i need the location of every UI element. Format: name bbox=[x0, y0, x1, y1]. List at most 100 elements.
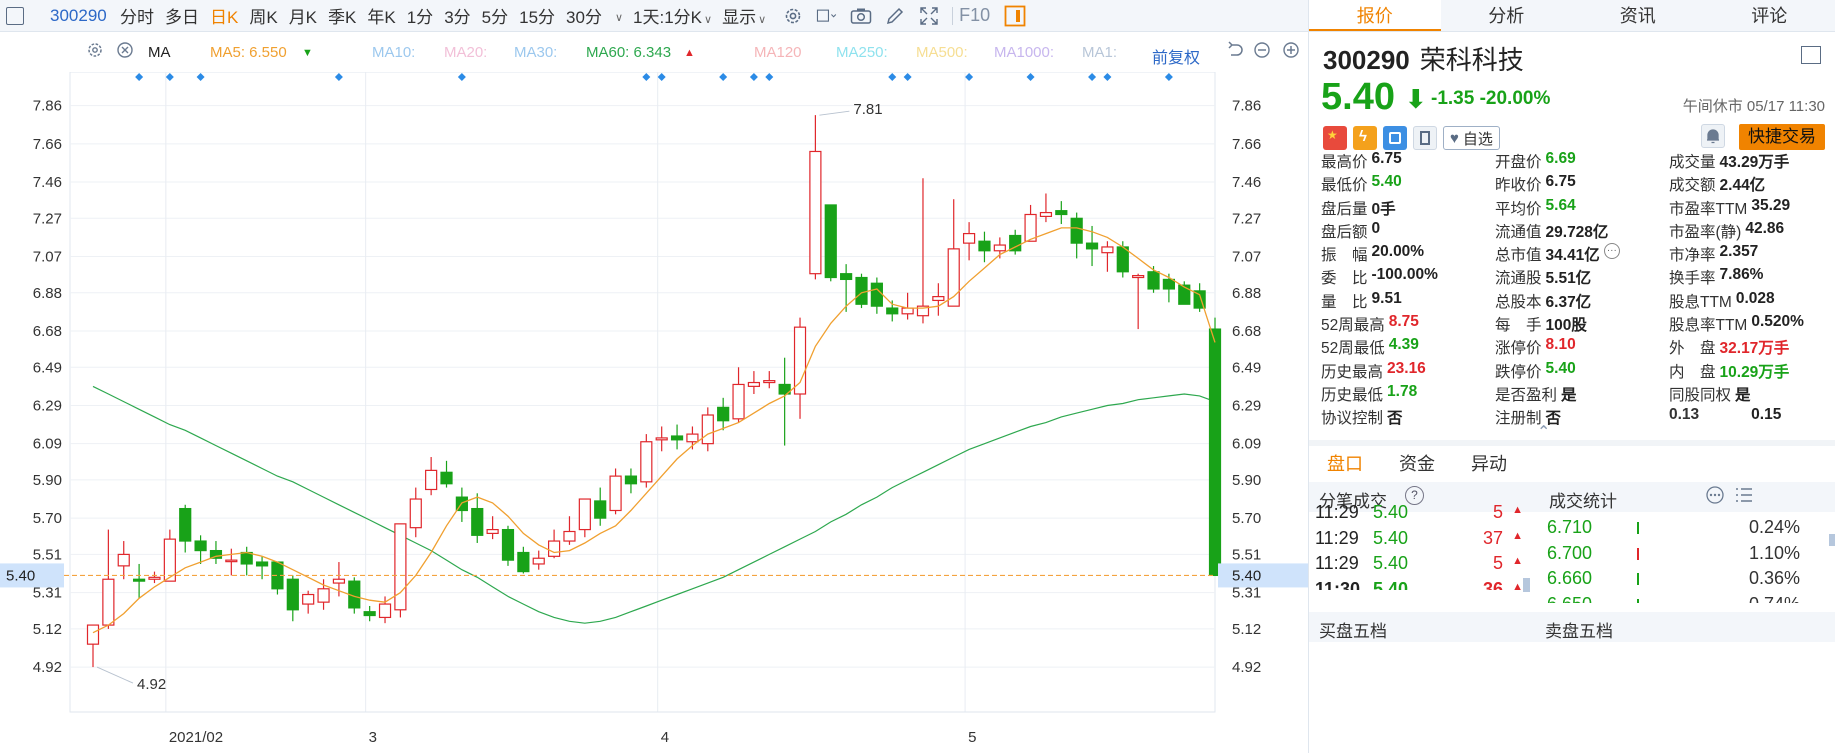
period-tab-quarterly[interactable]: 季K bbox=[328, 3, 356, 28]
candle-body[interactable] bbox=[240, 551, 253, 565]
candle-body[interactable] bbox=[1132, 275, 1145, 279]
candle-body[interactable] bbox=[932, 296, 945, 302]
kline-chart[interactable]: 7.86 7.86 7.66 7.66 7.46 7.46 7.27 7.27 7.07 7.07… bbox=[0, 72, 1308, 753]
candle-body[interactable] bbox=[1055, 210, 1068, 216]
candle-body[interactable] bbox=[302, 593, 315, 605]
indicator-close-icon[interactable] bbox=[116, 41, 134, 63]
candle-body[interactable] bbox=[317, 588, 330, 603]
settings-gear-icon[interactable] bbox=[782, 5, 804, 27]
candle-body[interactable] bbox=[993, 244, 1006, 252]
china-flag-icon[interactable]: ★ bbox=[1323, 126, 1347, 150]
candle-body[interactable] bbox=[609, 475, 622, 512]
candle-body[interactable] bbox=[809, 150, 822, 275]
candle-body[interactable] bbox=[670, 435, 684, 441]
period-tab-weekly[interactable]: 周K bbox=[249, 3, 277, 28]
ma-label[interactable]: MA bbox=[148, 44, 171, 61]
ma20-label[interactable]: MA20: bbox=[444, 44, 487, 61]
panel-toggle-icon[interactable] bbox=[6, 6, 24, 25]
notes-icon[interactable] bbox=[1413, 126, 1437, 150]
candle-body[interactable] bbox=[732, 383, 745, 420]
candle-body[interactable] bbox=[179, 507, 192, 542]
candle-body[interactable] bbox=[486, 528, 499, 535]
candle-body[interactable] bbox=[962, 232, 976, 244]
more-options-icon[interactable] bbox=[1705, 485, 1725, 510]
side-panel-toggle-icon[interactable] bbox=[1004, 5, 1026, 27]
alert-bell-icon[interactable] bbox=[1701, 124, 1725, 148]
candle-body[interactable] bbox=[471, 507, 484, 536]
collapse-chevron-icon[interactable]: ⌃ bbox=[1537, 422, 1550, 442]
range-dropdown[interactable]: 1天:1分K ∨ bbox=[633, 3, 712, 28]
indicator-settings-gear-icon[interactable] bbox=[86, 41, 104, 63]
add-favorite-button[interactable]: ♥ 自选 bbox=[1443, 126, 1500, 150]
candle-body[interactable] bbox=[1162, 278, 1176, 290]
candle-body[interactable] bbox=[640, 441, 653, 483]
candle-body[interactable] bbox=[1208, 328, 1222, 577]
period-tab-5min[interactable]: 5分 bbox=[482, 3, 508, 28]
period-tab-1min[interactable]: 1分 bbox=[407, 3, 433, 28]
candle-body[interactable] bbox=[117, 553, 130, 567]
candle-body[interactable] bbox=[532, 557, 545, 565]
candle-body[interactable] bbox=[148, 576, 161, 580]
candle-body[interactable] bbox=[1178, 284, 1191, 305]
period-tab-daily[interactable]: 日K bbox=[210, 3, 238, 28]
lightning-icon[interactable]: ϟ bbox=[1353, 126, 1377, 150]
candle-body[interactable] bbox=[225, 559, 238, 563]
zoom-in-icon[interactable] bbox=[1282, 41, 1300, 63]
candle-body[interactable] bbox=[547, 540, 561, 557]
candle-body[interactable] bbox=[194, 540, 207, 552]
candle-body[interactable] bbox=[394, 523, 407, 611]
candle-body[interactable] bbox=[901, 307, 914, 315]
quick-trade-button[interactable]: 快捷交易 bbox=[1739, 124, 1825, 150]
candle-body[interactable] bbox=[624, 475, 638, 485]
tab-analysis[interactable]: 分析 bbox=[1441, 0, 1573, 31]
candle-body[interactable] bbox=[286, 578, 299, 611]
candle-body[interactable] bbox=[517, 551, 530, 573]
period-tab-fenshi[interactable]: 分时 bbox=[120, 3, 154, 28]
candle-body[interactable] bbox=[255, 561, 269, 567]
pen-draw-icon[interactable] bbox=[884, 5, 906, 27]
period-tab-15min[interactable]: 15分 bbox=[519, 3, 555, 28]
tab-order-book[interactable]: 盘口 bbox=[1309, 446, 1381, 482]
layout-icon[interactable] bbox=[1801, 46, 1821, 64]
candle-body[interactable] bbox=[102, 578, 115, 626]
candle-body[interactable] bbox=[717, 406, 730, 422]
candle-body[interactable] bbox=[978, 240, 991, 252]
candle-body[interactable] bbox=[870, 282, 883, 307]
tab-comments[interactable]: 评论 bbox=[1704, 0, 1835, 31]
candle-body[interactable] bbox=[378, 603, 392, 619]
trade-stats-scrollbar[interactable] bbox=[1829, 534, 1835, 546]
period-tab-3min[interactable]: 3分 bbox=[444, 3, 470, 28]
adjust-forward-button[interactable]: 前复权 bbox=[1152, 44, 1200, 68]
candle-body[interactable] bbox=[763, 380, 776, 384]
ma120-label[interactable]: MA120 bbox=[754, 44, 802, 61]
candle-body[interactable] bbox=[855, 276, 868, 305]
more-dots-icon[interactable]: ··· bbox=[1603, 243, 1620, 260]
fullscreen-icon[interactable] bbox=[918, 5, 940, 27]
box-select-icon[interactable] bbox=[816, 5, 838, 27]
candle-body[interactable] bbox=[594, 500, 607, 519]
candle-body[interactable] bbox=[133, 578, 146, 582]
candle-body[interactable] bbox=[578, 498, 591, 531]
candle-body[interactable] bbox=[840, 273, 853, 281]
candle-body[interactable] bbox=[1101, 246, 1114, 254]
display-dropdown[interactable]: 显示 ∨ bbox=[722, 3, 766, 28]
tab-unusual-moves[interactable]: 异动 bbox=[1453, 446, 1525, 482]
period-tab-multiday[interactable]: 多日 bbox=[165, 3, 199, 28]
candle-body[interactable] bbox=[409, 498, 422, 529]
more-periods-dropdown[interactable]: ∨ bbox=[613, 6, 623, 26]
tab-news[interactable]: 资讯 bbox=[1572, 0, 1704, 31]
period-tab-30min[interactable]: 30分 bbox=[566, 3, 602, 28]
candle-body[interactable] bbox=[886, 307, 899, 315]
candle-body[interactable] bbox=[563, 530, 576, 542]
candle-body[interactable] bbox=[440, 471, 453, 485]
trade-stats-list[interactable]: 6.710 0.24% 6.700 1.10% 6.660 0.36% 6.650 0.74% bbox=[1543, 512, 1835, 603]
period-tab-monthly[interactable]: 月K bbox=[289, 3, 317, 28]
candle-body[interactable] bbox=[793, 326, 807, 395]
tag-icon[interactable] bbox=[1383, 126, 1407, 150]
ma30-label[interactable]: MA30: bbox=[514, 44, 557, 61]
kline-chart-svg[interactable]: 7.86 7.86 7.66 7.66 7.46 7.46 7.27 7.27 7.07 7.07… bbox=[0, 72, 1308, 753]
list-view-icon[interactable] bbox=[1734, 485, 1754, 510]
ma1000-label[interactable]: MA1000: bbox=[994, 44, 1054, 61]
tab-capital-flow[interactable]: 资金 bbox=[1381, 446, 1453, 482]
camera-icon[interactable] bbox=[850, 5, 872, 27]
